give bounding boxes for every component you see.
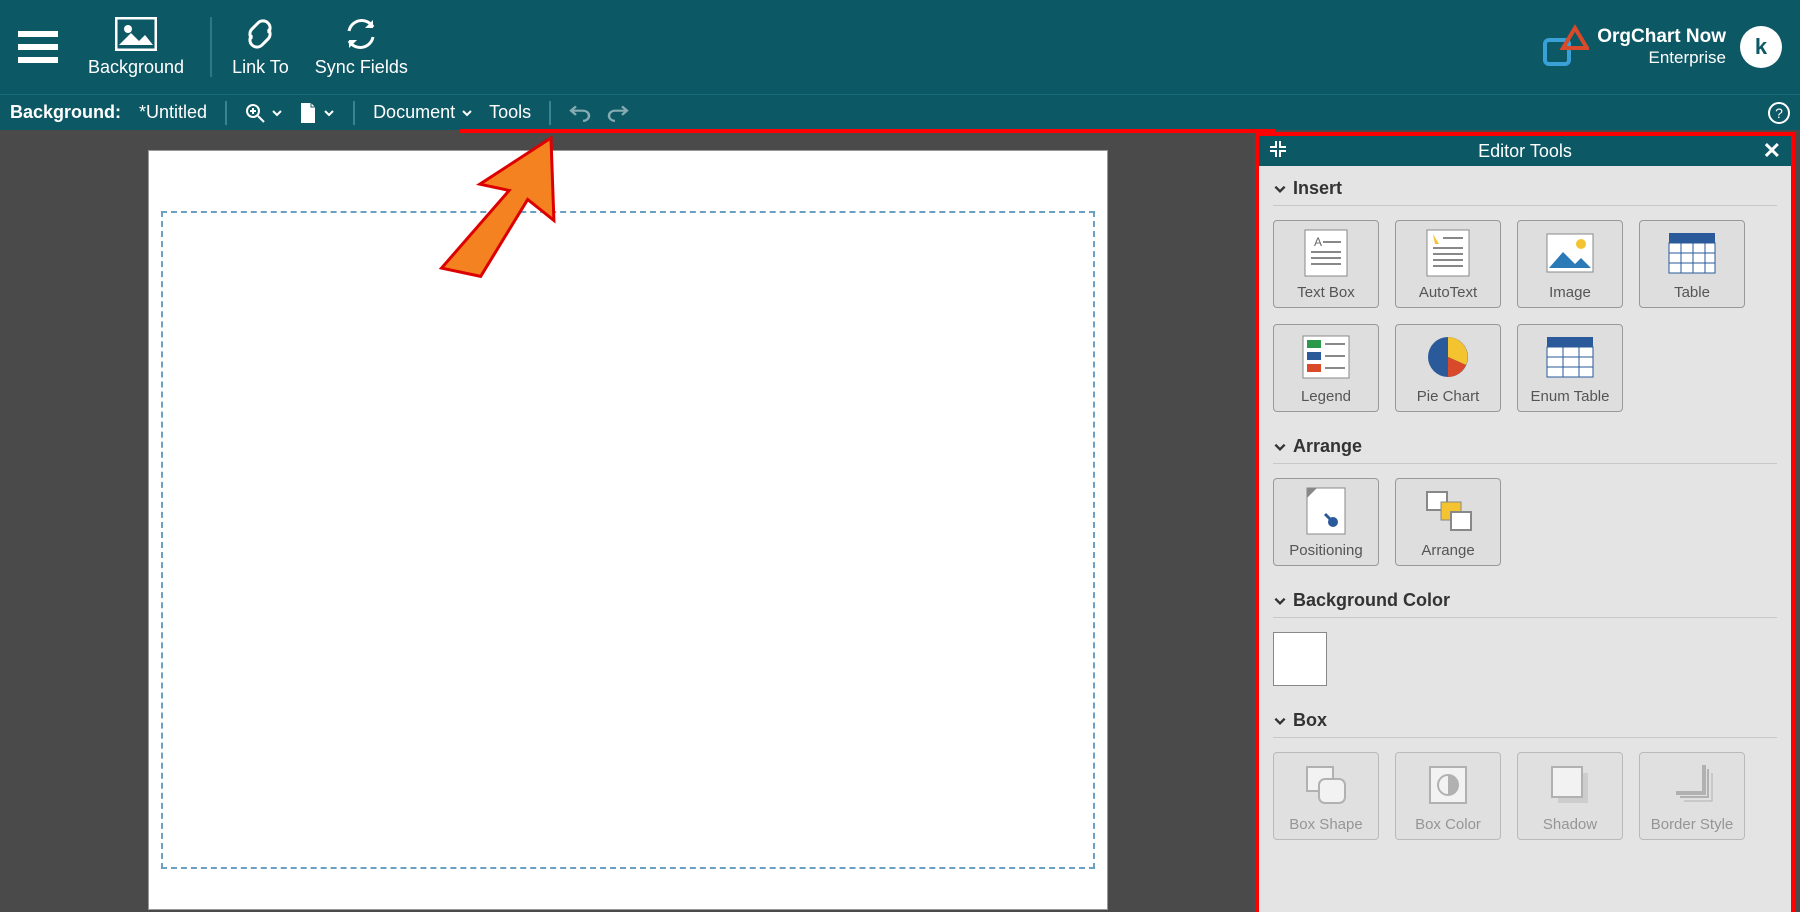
tile-box-color: Box Color bbox=[1395, 752, 1501, 840]
link-icon bbox=[242, 17, 278, 51]
tile-enum-table[interactable]: Enum Table bbox=[1517, 324, 1623, 412]
enumtable-icon bbox=[1545, 335, 1595, 379]
brand-logo-icon bbox=[1539, 22, 1589, 72]
help-button[interactable]: ? bbox=[1768, 102, 1790, 124]
boxcolor-icon bbox=[1426, 763, 1470, 807]
tile-border-style: Border Style bbox=[1639, 752, 1745, 840]
undo-icon bbox=[569, 103, 591, 123]
chevron-down-icon bbox=[271, 107, 283, 119]
chevron-down-icon bbox=[461, 107, 473, 119]
section-header-box[interactable]: Box bbox=[1273, 704, 1777, 738]
zoom-in-icon bbox=[245, 103, 265, 123]
chevron-down-icon bbox=[1273, 182, 1287, 196]
tile-box-shape: Box Shape bbox=[1273, 752, 1379, 840]
brand-tier: Enterprise bbox=[1649, 48, 1726, 68]
secondary-toolbar: Background: *Untitled Document Tools ? bbox=[0, 94, 1800, 130]
image-icon bbox=[115, 17, 157, 51]
tile-image[interactable]: Image bbox=[1517, 220, 1623, 308]
bg-color-swatch[interactable] bbox=[1273, 632, 1327, 686]
chevron-down-icon bbox=[1273, 594, 1287, 608]
tile-arrange[interactable]: Arrange bbox=[1395, 478, 1501, 566]
tile-shadow: Shadow bbox=[1517, 752, 1623, 840]
background-label: Background bbox=[88, 57, 184, 78]
linkto-label: Link To bbox=[232, 57, 289, 78]
sync-icon bbox=[343, 17, 379, 51]
textbox-icon: A bbox=[1303, 228, 1349, 278]
arrange-icon bbox=[1423, 488, 1473, 534]
sec-divider bbox=[225, 101, 227, 125]
section-header-insert[interactable]: Insert bbox=[1273, 172, 1777, 206]
sync-button[interactable]: Sync Fields bbox=[315, 17, 408, 78]
bg-prefix: Background: bbox=[10, 102, 121, 123]
boxshape-icon bbox=[1303, 763, 1349, 807]
image-icon bbox=[1545, 232, 1595, 274]
borderstyle-icon bbox=[1670, 763, 1714, 807]
brand-name: OrgChart Now bbox=[1597, 26, 1726, 48]
canvas-guides bbox=[161, 211, 1095, 869]
editor-tools-panel: Editor Tools ✕ Insert A Text Box AutoTex… bbox=[1259, 136, 1791, 912]
piechart-icon bbox=[1425, 334, 1471, 380]
section-header-bgcolor[interactable]: Background Color bbox=[1273, 584, 1777, 618]
toolbar-divider bbox=[210, 17, 212, 77]
tools-menu[interactable]: Tools bbox=[489, 102, 531, 123]
section-header-arrange[interactable]: Arrange bbox=[1273, 430, 1777, 464]
sec-divider bbox=[353, 101, 355, 125]
document-menu[interactable]: Document bbox=[373, 102, 473, 123]
table-icon bbox=[1667, 231, 1717, 275]
page-icon bbox=[299, 102, 317, 124]
document-title[interactable]: *Untitled bbox=[139, 102, 207, 123]
section-arrange: Arrange Positioning Arrange bbox=[1273, 430, 1777, 566]
tile-legend[interactable]: Legend bbox=[1273, 324, 1379, 412]
top-toolbar: Background Link To Sync Fields OrgChart … bbox=[0, 0, 1800, 94]
section-box: Box Box Shape Box Color Shadow Border S bbox=[1273, 704, 1777, 840]
svg-text:A: A bbox=[1314, 235, 1322, 249]
autotext-icon bbox=[1425, 228, 1471, 278]
document-canvas[interactable] bbox=[148, 150, 1108, 910]
collapse-icon[interactable] bbox=[1269, 140, 1287, 163]
positioning-icon bbox=[1305, 486, 1347, 536]
sec-divider bbox=[549, 101, 551, 125]
zoom-button[interactable] bbox=[245, 103, 283, 123]
chevron-down-icon bbox=[1273, 440, 1287, 454]
tile-text-box[interactable]: A Text Box bbox=[1273, 220, 1379, 308]
tile-pie-chart[interactable]: Pie Chart bbox=[1395, 324, 1501, 412]
background-button[interactable]: Background bbox=[88, 17, 184, 78]
panel-header: Editor Tools ✕ bbox=[1259, 136, 1791, 166]
menu-button[interactable] bbox=[18, 31, 58, 63]
page-button[interactable] bbox=[299, 102, 335, 124]
chevron-down-icon bbox=[1273, 714, 1287, 728]
chevron-down-icon bbox=[323, 107, 335, 119]
redo-icon bbox=[607, 103, 629, 123]
redo-button[interactable] bbox=[607, 103, 629, 123]
panel-title: Editor Tools bbox=[1478, 141, 1572, 162]
close-icon[interactable]: ✕ bbox=[1763, 138, 1781, 164]
user-avatar[interactable]: k bbox=[1740, 26, 1782, 68]
linkto-button[interactable]: Link To bbox=[232, 17, 289, 78]
tile-table[interactable]: Table bbox=[1639, 220, 1745, 308]
tile-autotext[interactable]: AutoText bbox=[1395, 220, 1501, 308]
tile-positioning[interactable]: Positioning bbox=[1273, 478, 1379, 566]
section-bg-color: Background Color bbox=[1273, 584, 1777, 686]
brand: OrgChart Now Enterprise bbox=[1539, 22, 1726, 72]
section-insert: Insert A Text Box AutoText Image Table bbox=[1273, 172, 1777, 412]
shadow-icon bbox=[1548, 763, 1592, 807]
sync-label: Sync Fields bbox=[315, 57, 408, 78]
panel-body: Insert A Text Box AutoText Image Table bbox=[1259, 166, 1791, 912]
legend-icon bbox=[1301, 334, 1351, 380]
undo-button[interactable] bbox=[569, 103, 591, 123]
